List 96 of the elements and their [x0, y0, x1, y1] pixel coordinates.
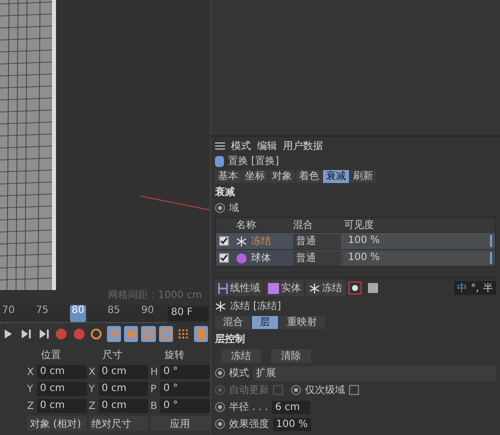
frame-number: 80 — [70, 305, 86, 322]
number-field[interactable]: 6 cm — [272, 400, 310, 414]
field-button[interactable]: 实体 — [265, 280, 304, 296]
tab[interactable]: 对象 — [269, 170, 295, 183]
blend-dropdown[interactable]: 普通 — [293, 250, 341, 266]
tab[interactable]: 衰减 — [323, 170, 349, 183]
checkbox-label: 仅次级域 — [305, 384, 345, 397]
tab[interactable]: 重映射 — [279, 316, 325, 329]
linear-field-icon — [218, 282, 228, 294]
column-heading: 名称 — [236, 219, 257, 232]
record-icon[interactable] — [72, 326, 86, 342]
axis-label: B — [150, 400, 158, 412]
layer-icon[interactable] — [365, 280, 381, 296]
tab[interactable]: 坐标 — [242, 170, 268, 183]
snowflake-icon — [215, 300, 226, 312]
column-heading: 尺寸 — [102, 348, 124, 362]
menu-item[interactable]: 用户数据 — [283, 138, 323, 152]
parameter-label: 效果强度 — [229, 418, 269, 431]
animation-dot-icon — [215, 203, 225, 213]
apply-button[interactable]: 应用 — [150, 416, 210, 431]
number-field[interactable]: 0 cm — [98, 382, 148, 396]
visibility-field[interactable]: 100 % — [344, 252, 492, 264]
solid-field-icon — [268, 282, 279, 294]
displace-icon — [215, 156, 224, 166]
size-mode-dropdown[interactable]: 绝对尺寸 — [88, 416, 148, 431]
animation-dot-icon — [215, 385, 225, 395]
action-button[interactable]: 清除 — [271, 349, 311, 363]
menu-item[interactable]: 模式 — [231, 138, 251, 152]
axis-label: Y — [88, 384, 96, 394]
blend-dropdown[interactable]: 普通 — [293, 234, 341, 248]
number-field[interactable]: 0 ° — [160, 399, 210, 413]
move-icon[interactable] — [106, 326, 121, 342]
film-strip-icon[interactable] — [194, 326, 208, 342]
number-field[interactable]: 0 ° — [160, 382, 210, 396]
tab[interactable]: 混合 — [215, 316, 251, 329]
number-field[interactable]: 0 cm — [98, 399, 148, 413]
section-title: 衰减 — [215, 185, 236, 199]
animation-dot-icon — [215, 402, 225, 412]
number-field[interactable]: 0 cm — [98, 365, 148, 379]
section-title: 层控制 — [215, 332, 246, 346]
coordinate-space-dropdown[interactable]: 对象 (相对) — [27, 416, 87, 431]
tab[interactable]: 层 — [252, 316, 278, 329]
number-field[interactable]: 0 cm — [37, 365, 87, 379]
animation-dot-icon — [215, 419, 225, 429]
object-title: 置换 [置换] — [228, 154, 279, 168]
checkbox[interactable] — [349, 385, 359, 395]
tab[interactable]: 基本 — [215, 170, 241, 183]
snowflake-icon — [236, 236, 247, 246]
sphere-icon — [236, 252, 247, 264]
axis-label: X — [88, 366, 97, 378]
mode-dropdown[interactable]: 扩展 — [253, 366, 496, 380]
number-field[interactable]: 0 cm — [37, 382, 87, 396]
action-button[interactable]: 冻结 — [221, 349, 261, 363]
frame-field[interactable]: 80 F — [168, 307, 208, 321]
frame-number: 90 — [141, 305, 154, 318]
column-heading: 旋转 — [163, 348, 186, 362]
target-icon[interactable] — [89, 326, 104, 342]
freeze-layer-icon[interactable] — [347, 280, 363, 296]
axis-label: Z — [88, 400, 97, 412]
axis-label: Z — [27, 400, 35, 412]
tab[interactable]: 着色 — [296, 170, 322, 183]
checkbox[interactable] — [219, 236, 229, 246]
parameter-label: 模式 — [229, 366, 249, 380]
number-field[interactable]: 100 % — [273, 418, 311, 430]
tab[interactable]: 刷新 — [350, 170, 376, 183]
axis-label: P — [150, 384, 158, 394]
field-button[interactable]: 线性域 — [215, 280, 263, 296]
scale-icon[interactable] — [124, 326, 138, 342]
frame-number: 85 — [107, 305, 120, 318]
animation-dot-icon — [215, 368, 225, 378]
axis-label: H — [150, 366, 158, 378]
menu-item[interactable]: 编辑 — [257, 138, 277, 152]
menu-icon[interactable] — [215, 142, 225, 150]
frame-number: 70 — [2, 305, 15, 318]
snowflake-icon — [309, 282, 320, 294]
field-button[interactable]: 冻结 — [306, 280, 345, 296]
number-field[interactable]: 0 cm — [37, 399, 87, 413]
field-row[interactable]: 冻结 普通 100 % — [216, 233, 495, 249]
checkbox-label: 自动更新 — [229, 384, 269, 397]
grid-spacing-label: 网格间距：1000 cm — [108, 288, 202, 302]
input-method-bar[interactable]: 中 °, 半 — [454, 281, 496, 295]
column-heading: 可见度 — [344, 218, 375, 232]
checkbox[interactable] — [219, 253, 229, 263]
axis-label: X — [27, 366, 35, 378]
animation-dot-icon — [291, 385, 301, 395]
parameter-label: 域 — [229, 202, 239, 215]
number-field[interactable]: 0 ° — [160, 365, 210, 379]
field-row[interactable]: 球体 普通 100 % — [216, 250, 495, 266]
visibility-field[interactable]: 100 % — [344, 235, 492, 247]
column-heading: 混合 — [293, 219, 314, 232]
axis-label: Y — [27, 384, 34, 394]
parameter-label: 半径 . . . — [229, 400, 268, 414]
parameter-icon[interactable] — [158, 326, 174, 342]
frame-number: 75 — [36, 305, 49, 318]
object-title: 冻结 [冻结] — [230, 300, 281, 313]
column-heading: 位置 — [40, 348, 62, 362]
